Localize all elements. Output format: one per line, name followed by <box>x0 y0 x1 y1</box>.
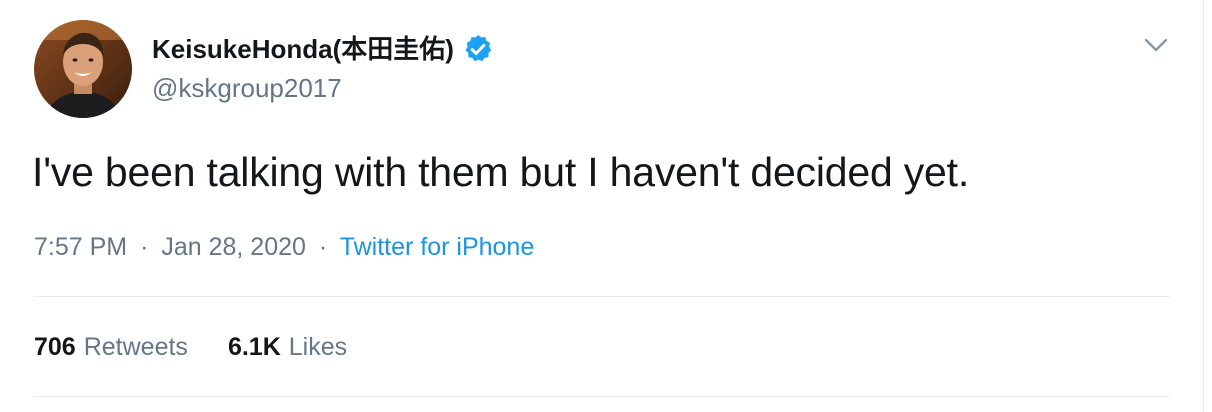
tweet-source-link[interactable]: Twitter for iPhone <box>340 233 535 261</box>
meta-separator: · <box>318 233 328 261</box>
tweet-time[interactable]: 7:57 PM <box>34 233 127 261</box>
likes-stat[interactable]: 6.1K Likes <box>228 330 347 364</box>
chevron-down-icon[interactable] <box>1142 34 1170 56</box>
retweets-stat[interactable]: 706 Retweets <box>34 330 188 364</box>
meta-separator: · <box>140 233 149 261</box>
tweet-stats: 706 Retweets 6.1K Likes <box>34 330 387 364</box>
retweets-count: 706 <box>34 333 76 361</box>
display-name-text[interactable]: KeisukeHonda(本田圭佑) <box>152 32 454 66</box>
avatar[interactable] <box>34 20 132 118</box>
author-handle[interactable]: @kskgroup2017 <box>152 72 342 104</box>
divider <box>34 296 1170 297</box>
likes-count: 6.1K <box>227 333 281 361</box>
tweet-date[interactable]: Jan 28, 2020 <box>161 233 306 261</box>
tweet-card: KeisukeHonda(本田圭佑) @kskgroup2017 I've be… <box>0 0 1212 412</box>
user-avatar-image <box>34 20 132 118</box>
author-display-name[interactable]: KeisukeHonda(本田圭佑) <box>152 32 494 66</box>
card-border <box>1203 0 1204 412</box>
retweets-label: Retweets <box>83 333 188 361</box>
likes-label: Likes <box>288 333 348 361</box>
verified-badge-icon <box>462 33 494 65</box>
divider <box>34 396 1170 397</box>
tweet-text: I've been talking with them but I haven'… <box>32 149 970 195</box>
tweet-meta: 7:57 PM · Jan 28, 2020 · Twitter for iPh… <box>34 230 534 264</box>
